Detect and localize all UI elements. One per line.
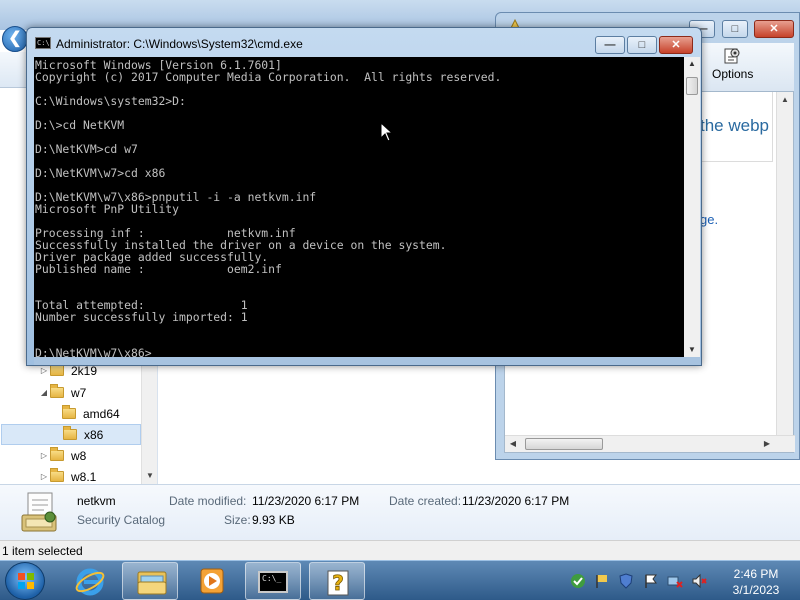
folder-icon <box>50 362 64 376</box>
scroll-thumb[interactable] <box>686 77 698 95</box>
start-button[interactable] <box>5 562 45 600</box>
folder-icon <box>62 405 76 419</box>
internet-explorer-icon <box>75 568 105 596</box>
vertical-scrollbar[interactable]: ▲ <box>776 92 793 436</box>
folder-icon <box>50 468 64 482</box>
vertical-scrollbar[interactable]: ▲ ▼ <box>684 57 700 357</box>
taskbar-help-and-support[interactable]: ? <box>309 562 365 600</box>
maximize-icon: □ <box>638 39 646 51</box>
expand-arrow-icon[interactable]: ▷ <box>38 451 50 460</box>
maximize-icon: □ <box>731 23 739 35</box>
size-label: Size: <box>224 513 251 527</box>
date-created-value: 11/23/2020 6:17 PM <box>462 494 570 508</box>
shield-icon[interactable] <box>618 573 634 589</box>
tree-item-w7[interactable]: ◢ w7 <box>38 382 138 403</box>
date-created-label: Date created: <box>389 494 462 508</box>
scroll-right-arrow-icon[interactable]: ▶ <box>759 436 775 452</box>
folder-icon <box>50 447 64 461</box>
close-button[interactable]: ✕ <box>659 36 693 54</box>
help-link[interactable]: ge. <box>700 212 718 227</box>
options-button[interactable]: Options <box>712 67 753 81</box>
safely-remove-hardware-icon[interactable] <box>570 573 586 589</box>
folder-icon <box>137 571 167 595</box>
horizontal-scrollbar[interactable]: ◀ ▶ <box>505 435 795 452</box>
collapse-arrow-icon[interactable]: ◢ <box>38 388 50 397</box>
tree-item-amd64[interactable]: amd64 <box>50 403 140 424</box>
help-heading: the webp <box>700 116 769 135</box>
date-modified-label: Date modified: <box>169 494 247 508</box>
scroll-down-arrow-icon[interactable]: ▼ <box>684 343 700 357</box>
taskbar-internet-explorer[interactable] <box>62 562 118 600</box>
tree-item-x86[interactable]: x86 <box>1 424 141 445</box>
console-text: Microsoft Windows [Version 6.1.7601] Cop… <box>35 58 502 357</box>
tree-item-w8[interactable]: ▷ w8 <box>38 445 138 466</box>
scroll-left-arrow-icon[interactable]: ◀ <box>505 436 521 452</box>
folder-icon <box>63 426 77 440</box>
taskbar-media-player[interactable] <box>184 562 240 600</box>
taskbar-command-prompt[interactable]: C:\_ <box>245 562 301 600</box>
expand-arrow-icon[interactable]: ▷ <box>38 472 50 481</box>
network-icon[interactable] <box>667 573 683 589</box>
cmd-window[interactable]: C:\ Administrator: C:\Windows\System32\c… <box>26 27 702 366</box>
maximize-button[interactable]: □ <box>627 36 657 54</box>
taskbar: C:\_ ? 2:46 PM 3/1/2023 <box>0 560 800 600</box>
expand-arrow-icon[interactable]: ▷ <box>38 366 50 375</box>
action-center-flag-icon[interactable] <box>594 573 610 589</box>
minimize-icon: — <box>604 39 616 51</box>
scroll-up-arrow-icon[interactable]: ▲ <box>684 57 700 71</box>
svg-text:?: ? <box>332 571 344 595</box>
size-value: 9.93 KB <box>252 513 295 527</box>
clock-date[interactable]: 3/1/2023 <box>716 583 796 597</box>
window-title: Administrator: C:\Windows\System32\cmd.e… <box>56 37 303 51</box>
command-prompt-icon: C:\_ <box>258 571 288 593</box>
date-modified-value: 11/23/2020 6:17 PM <box>252 494 360 508</box>
notification-flag-icon[interactable] <box>643 573 659 589</box>
tree-item-label: x86 <box>84 427 104 442</box>
mouse-cursor-icon <box>380 122 394 142</box>
back-button[interactable]: ❮ <box>2 26 28 52</box>
clock-time[interactable]: 2:46 PM <box>716 567 796 581</box>
tree-item-label: amd64 <box>83 406 120 421</box>
status-bar: 1 item selected <box>0 540 800 560</box>
folder-icon <box>50 384 64 398</box>
back-arrow-icon: ❮ <box>8 30 22 47</box>
security-catalog-icon <box>21 492 57 532</box>
minimize-button[interactable]: — <box>595 36 625 54</box>
close-icon: ✕ <box>671 39 681 51</box>
taskbar-windows-explorer[interactable] <box>122 562 178 600</box>
scroll-up-arrow-icon[interactable]: ▲ <box>777 92 793 108</box>
notification-area <box>565 569 715 593</box>
maximize-button[interactable]: □ <box>722 20 748 38</box>
tree-item-label: w8.1 <box>71 469 97 484</box>
file-name: netkvm <box>77 494 116 508</box>
details-pane: netkvm Security Catalog Date modified: 1… <box>0 484 800 540</box>
close-button[interactable]: ✕ <box>754 20 794 38</box>
tree-item-label: w7 <box>71 385 87 400</box>
window-frame-bottom <box>34 357 700 365</box>
cmd-icon: C:\ <box>35 37 51 49</box>
tree-item-label: w8 <box>71 448 87 463</box>
windows-logo-icon <box>18 573 34 589</box>
file-type: Security Catalog <box>77 513 166 527</box>
help-question-icon: ? <box>327 570 349 596</box>
scroll-thumb[interactable] <box>525 438 603 450</box>
console-output-area[interactable]: Microsoft Windows [Version 6.1.7601] Cop… <box>34 57 684 357</box>
volume-muted-icon[interactable] <box>691 573 707 589</box>
media-player-icon <box>200 568 224 594</box>
status-text: 1 item selected <box>2 544 83 558</box>
close-icon: ✕ <box>769 23 779 35</box>
scroll-down-arrow-icon[interactable]: ▼ <box>142 468 158 484</box>
options-icon[interactable] <box>722 46 742 66</box>
